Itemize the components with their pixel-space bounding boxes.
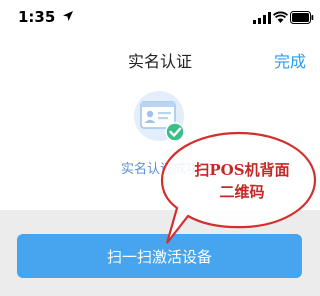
page-title: 实名认证 xyxy=(127,52,192,71)
status-bar: 1:35 xyxy=(0,0,320,36)
signal-icon xyxy=(253,12,271,24)
status-time: 1:35 xyxy=(18,8,56,26)
annotation-text: 扫POS机背面 二维码 xyxy=(176,159,308,203)
battery-icon xyxy=(290,11,314,24)
nav-bar: 实名认证 完成 xyxy=(0,36,320,80)
annotation-line-2: 二维码 xyxy=(219,183,265,201)
wifi-icon xyxy=(273,11,288,23)
annotation-line-1: 扫POS机背面 xyxy=(194,161,290,179)
location-arrow-icon xyxy=(63,11,73,21)
done-button[interactable]: 完成 xyxy=(274,48,306,72)
